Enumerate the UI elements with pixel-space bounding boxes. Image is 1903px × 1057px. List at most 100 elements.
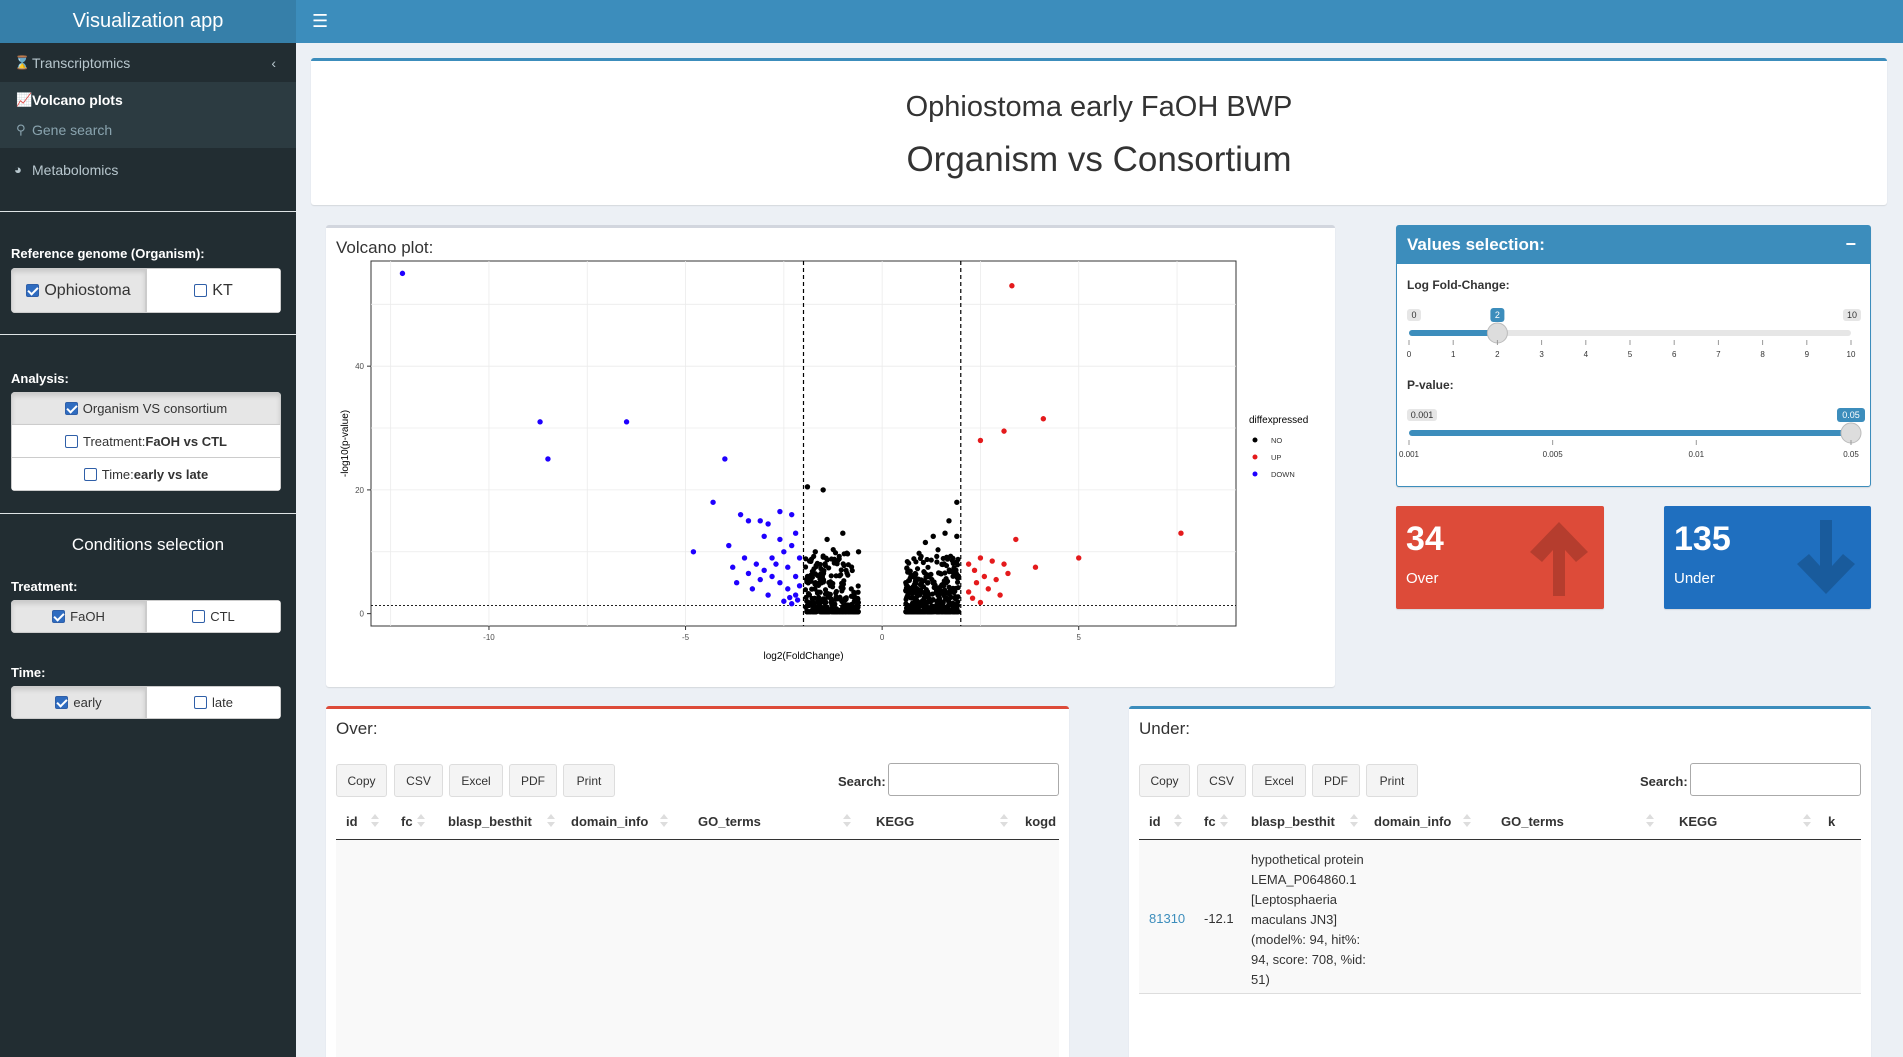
column-header-domain[interactable]: domain_info — [571, 814, 648, 829]
checkbox-checked-icon — [52, 610, 66, 623]
sort-icon[interactable] — [1350, 812, 1358, 828]
column-header-id[interactable]: id — [1149, 814, 1161, 829]
collapse-icon[interactable]: − — [1845, 234, 1856, 255]
under-table-box: Under: Copy CSV Excel PDF Print Search: … — [1129, 706, 1871, 1057]
sort-icon[interactable] — [1803, 812, 1811, 828]
sort-icon[interactable] — [417, 812, 425, 828]
column-header-kegg[interactable]: KEGG — [1679, 814, 1717, 829]
pdf-button[interactable]: PDF — [1312, 764, 1360, 797]
checkbox-checked-icon — [64, 402, 78, 415]
column-header-kegg[interactable]: KEGG — [876, 814, 914, 829]
pvalue-slider[interactable]: 0.001 0.05 0.001 0.005 0.01 0.05 — [1397, 396, 1872, 466]
data-point-no — [811, 566, 817, 572]
column-header-go[interactable]: GO_terms — [698, 814, 761, 829]
excel-button[interactable]: Excel — [1252, 764, 1306, 797]
sort-icon[interactable] — [371, 812, 379, 828]
sidebar-toggle-icon[interactable]: ☰ — [312, 12, 330, 30]
copy-button[interactable]: Copy — [336, 764, 387, 797]
data-point-up — [965, 561, 972, 567]
data-point-no — [811, 553, 817, 559]
data-point-no — [836, 553, 842, 559]
sort-icon[interactable] — [1000, 812, 1008, 828]
data-point-no — [814, 560, 820, 566]
data-point-no — [802, 587, 809, 593]
sort-icon[interactable] — [1220, 812, 1228, 828]
over-table-box: Over: Copy CSV Excel PDF Print Search: i… — [326, 706, 1069, 1057]
data-point-down — [796, 555, 803, 561]
ref-option-ophiostoma[interactable]: Ophiostoma — [11, 268, 146, 313]
data-point-up — [977, 437, 984, 444]
logfc-slider[interactable]: 0 1020 1 2 3 4 5 6 7 8 9 10 — [1397, 296, 1872, 366]
data-point-up — [973, 579, 980, 586]
over-count: 34 — [1406, 520, 1444, 558]
csv-button[interactable]: CSV — [1197, 764, 1246, 797]
data-point-no — [855, 604, 861, 610]
time-option-late[interactable]: late — [146, 686, 281, 719]
over-table-header: id fc blasp_besthit domain_info GO_terms… — [336, 804, 1059, 840]
data-point-no — [953, 601, 959, 608]
data-point-down — [769, 555, 775, 561]
checkbox-empty-icon — [194, 696, 208, 709]
search-input[interactable] — [888, 763, 1059, 796]
treatment-option-faoh[interactable]: FaOH — [11, 600, 146, 633]
slider-tick-label: 0.001 — [1399, 450, 1420, 459]
analysis-option-organism[interactable]: Organism VS consortium — [11, 392, 281, 425]
data-point-no — [829, 601, 835, 608]
analysis-option-time[interactable]: Time: early vs late — [11, 458, 281, 491]
data-point-up — [977, 555, 984, 561]
print-button[interactable]: Print — [563, 764, 615, 797]
analysis-option-treatment[interactable]: Treatment: FaOH vs CTL — [11, 425, 281, 458]
sidebar-item-label: Metabolomics — [32, 161, 119, 178]
row-id-link[interactable]: 81310 — [1149, 911, 1185, 926]
sort-icon[interactable] — [1463, 812, 1471, 828]
column-header-blasp[interactable]: blasp_besthit — [1251, 814, 1335, 829]
table-row[interactable]: 81310 -12.1 hypothetical protein LEMA_P0… — [1139, 840, 1861, 994]
column-header-go[interactable]: GO_terms — [1501, 814, 1564, 829]
pdf-button[interactable]: PDF — [509, 764, 557, 797]
sort-icon[interactable] — [1646, 812, 1654, 828]
sidebar-item-volcano-plots[interactable]: 📈 Volcano plots — [0, 85, 296, 115]
sort-icon[interactable] — [1174, 812, 1182, 828]
data-point-no — [921, 594, 927, 600]
print-button[interactable]: Print — [1366, 764, 1418, 797]
data-point-no — [806, 576, 812, 582]
slider-tick-label: 8 — [1760, 350, 1765, 359]
time-option-early[interactable]: early — [11, 686, 146, 719]
ref-option-kt[interactable]: KT — [146, 268, 281, 313]
excel-button[interactable]: Excel — [449, 764, 503, 797]
checkbox-checked-icon — [26, 284, 40, 297]
chevron-left-icon[interactable]: ‹ — [271, 55, 276, 71]
column-header-fc[interactable]: fc — [1204, 814, 1216, 829]
sort-icon[interactable] — [843, 812, 851, 828]
legend-label: UP — [1271, 453, 1281, 462]
slider-tick-label: 2 — [1495, 350, 1500, 359]
column-header-kogd[interactable]: kogd — [1025, 814, 1059, 829]
data-point-no — [820, 579, 827, 585]
data-point-up — [1178, 530, 1184, 536]
search-input[interactable] — [1690, 763, 1861, 796]
data-point-no — [855, 596, 861, 602]
sidebar-item-transcriptomics[interactable]: ⌛ Transcriptomics ‹ — [0, 43, 296, 82]
sort-icon[interactable] — [660, 812, 668, 828]
column-header-blasp[interactable]: blasp_besthit — [448, 814, 532, 829]
column-header-domain[interactable]: domain_info — [1374, 814, 1451, 829]
data-point-down — [753, 561, 760, 567]
app-title: Visualization app — [72, 10, 224, 32]
sidebar-item-label: Transcriptomics — [32, 54, 131, 71]
legend-marker — [1252, 471, 1258, 477]
copy-button[interactable]: Copy — [1139, 764, 1190, 797]
data-point-no — [827, 591, 833, 597]
column-header-k[interactable]: k — [1828, 814, 1862, 829]
sidebar-item-gene-search[interactable]: ⚲ Gene search — [0, 115, 296, 145]
sidebar-item-metabolomics[interactable]: ◕ Metabolomics — [0, 150, 296, 189]
column-header-fc[interactable]: fc — [401, 814, 413, 829]
data-point-no — [921, 570, 928, 576]
sort-icon[interactable] — [547, 812, 555, 828]
column-header-id[interactable]: id — [346, 814, 358, 829]
data-point-no — [833, 588, 840, 595]
csv-button[interactable]: CSV — [394, 764, 443, 797]
x-tick-label: 5 — [1077, 633, 1082, 642]
slider-value-label: 0.05 — [1842, 410, 1860, 420]
treatment-option-ctl[interactable]: CTL — [146, 600, 281, 633]
over-table-title: Over: — [336, 719, 378, 738]
